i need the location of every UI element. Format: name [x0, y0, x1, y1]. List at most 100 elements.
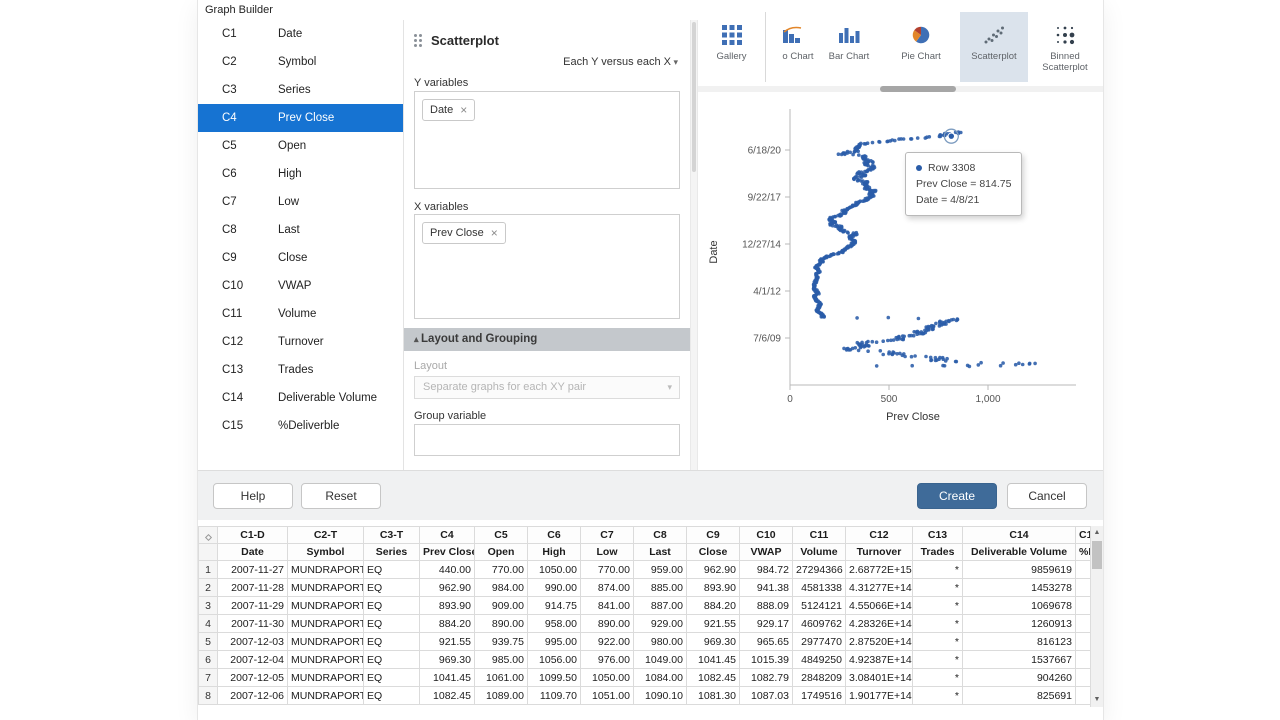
cell[interactable]: 816123 — [963, 633, 1076, 651]
cell[interactable]: 962.90 — [687, 561, 740, 579]
row-number[interactable]: 8 — [199, 687, 218, 705]
row-number[interactable]: 4 — [199, 615, 218, 633]
cell[interactable]: 1056.00 — [528, 651, 581, 669]
cell[interactable]: 825691 — [963, 687, 1076, 705]
cell[interactable]: EQ — [364, 651, 420, 669]
column-list-item-c11[interactable]: C11Volume — [198, 300, 403, 328]
row-number[interactable]: 6 — [199, 651, 218, 669]
column-header-name[interactable]: VWAP — [740, 544, 793, 561]
cell[interactable]: 4.31277E+14 — [846, 579, 913, 597]
column-header-id-c1-d[interactable]: C1-D — [218, 527, 288, 544]
cell[interactable]: 1.90177E+14 — [846, 687, 913, 705]
cell[interactable] — [1076, 687, 1091, 705]
cell[interactable]: EQ — [364, 687, 420, 705]
gallery-item-gallery[interactable]: Gallery — [698, 12, 766, 82]
cell[interactable]: 1015.39 — [740, 651, 793, 669]
help-button[interactable]: Help — [213, 483, 293, 509]
gallery-item-bar-chart[interactable]: Bar Chart — [816, 12, 882, 82]
cell[interactable]: 1061.00 — [475, 669, 528, 687]
cell[interactable]: 1099.50 — [528, 669, 581, 687]
column-list-item-c2[interactable]: C2Symbol — [198, 48, 403, 76]
column-header-name[interactable]: Symbol — [288, 544, 364, 561]
cell[interactable]: 976.00 — [581, 651, 634, 669]
column-header-name[interactable]: Date — [218, 544, 288, 561]
cell[interactable]: 2007-11-30 — [218, 615, 288, 633]
cell[interactable]: 1069678 — [963, 597, 1076, 615]
plot-mode-selector[interactable]: Each Y versus each X — [563, 56, 678, 68]
column-header-name[interactable]: High — [528, 544, 581, 561]
worksheet-corner-cell[interactable] — [199, 527, 218, 544]
cell[interactable]: 2007-11-28 — [218, 579, 288, 597]
cell[interactable]: MUNDRAPORT — [288, 615, 364, 633]
cell[interactable]: 874.00 — [581, 579, 634, 597]
cell[interactable]: 3.08401E+14 — [846, 669, 913, 687]
cell[interactable]: 887.00 — [634, 597, 687, 615]
cell[interactable]: 969.30 — [687, 633, 740, 651]
cell[interactable]: 958.00 — [528, 615, 581, 633]
cell[interactable]: 929.17 — [740, 615, 793, 633]
cell[interactable]: 1041.45 — [687, 651, 740, 669]
cell[interactable]: 4609762 — [793, 615, 846, 633]
cell[interactable]: 4.55066E+14 — [846, 597, 913, 615]
cell[interactable]: EQ — [364, 561, 420, 579]
column-header-name[interactable]: Prev Close — [420, 544, 475, 561]
cell[interactable]: 885.00 — [634, 579, 687, 597]
column-list-item-c14[interactable]: C14Deliverable Volume — [198, 384, 403, 412]
cell[interactable]: 2977470 — [793, 633, 846, 651]
cell[interactable]: MUNDRAPORT — [288, 669, 364, 687]
x-variable-chip-prev-close[interactable]: Prev Close× — [422, 222, 506, 244]
gallery-item-binned-scatterplot[interactable]: Binned Scatterplot — [1030, 12, 1100, 82]
cell[interactable]: * — [913, 669, 963, 687]
column-header-id-c2-t[interactable]: C2-T — [288, 527, 364, 544]
column-list-item-c13[interactable]: C13Trades — [198, 356, 403, 384]
layout-and-grouping-header[interactable]: Layout and Grouping — [404, 328, 690, 351]
y-variables-dropzone[interactable]: Date× — [414, 91, 680, 189]
cell[interactable]: * — [913, 597, 963, 615]
column-header-id-c4[interactable]: C4 — [420, 527, 475, 544]
column-list-item-c5[interactable]: C5Open — [198, 132, 403, 160]
x-variables-dropzone[interactable]: Prev Close× — [414, 214, 680, 319]
cell[interactable]: EQ — [364, 669, 420, 687]
scroll-up-icon[interactable] — [1091, 526, 1103, 540]
cell[interactable]: 1089.00 — [475, 687, 528, 705]
column-list-item-c4[interactable]: C4Prev Close — [198, 104, 403, 132]
gallery-item-pie-chart[interactable]: Pie Chart — [888, 12, 954, 82]
cell[interactable]: MUNDRAPORT — [288, 651, 364, 669]
column-header-name[interactable]: Trades — [913, 544, 963, 561]
cell[interactable]: 9859619 — [963, 561, 1076, 579]
cell[interactable]: MUNDRAPORT — [288, 597, 364, 615]
row-number[interactable]: 1 — [199, 561, 218, 579]
cell[interactable]: * — [913, 651, 963, 669]
cell[interactable]: 980.00 — [634, 633, 687, 651]
column-header-name[interactable]: Deliverable Volume — [963, 544, 1076, 561]
cell[interactable]: 2007-12-05 — [218, 669, 288, 687]
cell[interactable]: 922.00 — [581, 633, 634, 651]
cell[interactable] — [1076, 615, 1091, 633]
cell[interactable]: 1749516 — [793, 687, 846, 705]
worksheet-vertical-scrollbar[interactable] — [1090, 526, 1103, 707]
cell[interactable]: 1082.79 — [740, 669, 793, 687]
column-header-name[interactable]: Turnover — [846, 544, 913, 561]
gallery-horizontal-scrollbar[interactable] — [698, 86, 1103, 92]
column-list-item-c7[interactable]: C7Low — [198, 188, 403, 216]
cell[interactable]: 2007-12-03 — [218, 633, 288, 651]
cell[interactable]: 4.28326E+14 — [846, 615, 913, 633]
cell[interactable]: * — [913, 687, 963, 705]
cell[interactable]: 995.00 — [528, 633, 581, 651]
column-list-item-c6[interactable]: C6High — [198, 160, 403, 188]
column-list-item-c12[interactable]: C12Turnover — [198, 328, 403, 356]
cell[interactable]: 893.90 — [420, 597, 475, 615]
cell[interactable]: 893.90 — [687, 579, 740, 597]
cell[interactable]: 1109.70 — [528, 687, 581, 705]
cell[interactable]: 1050.00 — [581, 669, 634, 687]
column-list-item-c15[interactable]: C15%Deliverble — [198, 412, 403, 440]
cell[interactable]: 2007-12-06 — [218, 687, 288, 705]
row-number[interactable]: 3 — [199, 597, 218, 615]
chip-remove-icon[interactable]: × — [491, 228, 498, 238]
cell[interactable]: 941.38 — [740, 579, 793, 597]
cell[interactable]: 965.65 — [740, 633, 793, 651]
row-number[interactable]: 2 — [199, 579, 218, 597]
settings-panel-scrollbar[interactable] — [690, 20, 698, 470]
y-variable-chip-date[interactable]: Date× — [422, 99, 475, 121]
cell[interactable]: 984.00 — [475, 579, 528, 597]
